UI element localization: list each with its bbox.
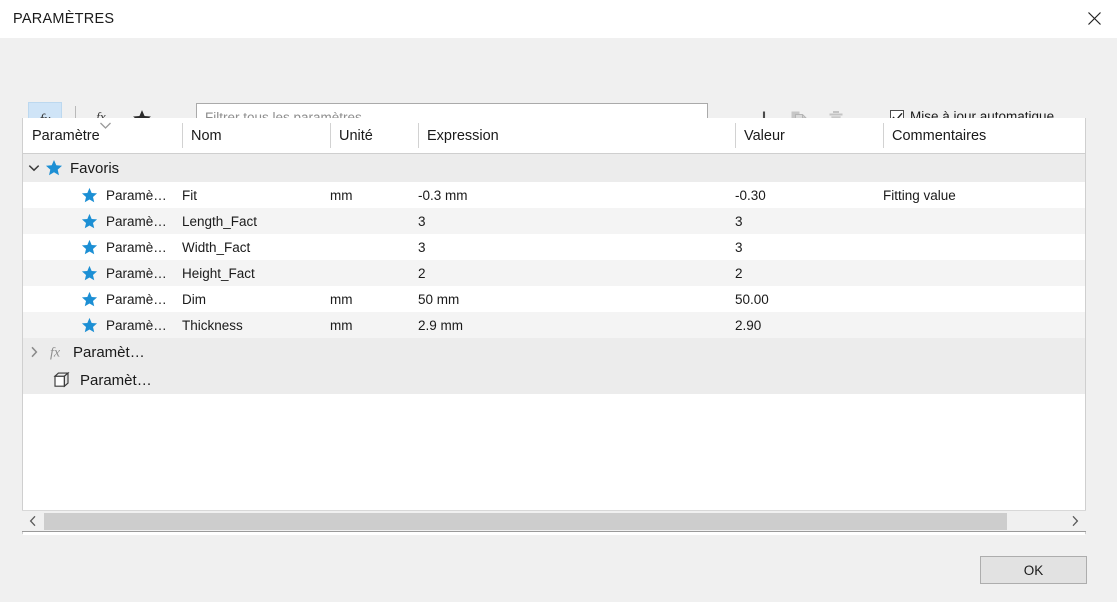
cell-parametre-label: Paramè… — [106, 317, 167, 333]
cell-nom: Height_Fact — [182, 265, 255, 281]
ok-button[interactable]: OK — [980, 556, 1087, 584]
column-header-valeur[interactable]: Valeur — [735, 118, 883, 153]
group-label: Paramèt… — [80, 371, 152, 389]
chevron-left-icon[interactable] — [22, 511, 44, 531]
parameters-table: Paramètre Nom Unité Expression Valeur Co… — [22, 118, 1086, 535]
star-icon[interactable] — [81, 291, 98, 308]
table-row[interactable]: Paramè… Width_Fact 3 3 — [23, 234, 1085, 260]
cell-expression[interactable]: 2.9 mm — [418, 312, 735, 338]
cell-nom: Thickness — [182, 317, 243, 333]
star-icon[interactable] — [81, 317, 98, 334]
cell-parametre: Paramè… — [23, 234, 182, 260]
column-header-expression[interactable]: Expression — [418, 118, 735, 153]
cell-commentaires[interactable] — [883, 234, 1083, 260]
cell-expression[interactable]: 3 — [418, 208, 735, 234]
column-header-parametre[interactable]: Paramètre — [23, 118, 182, 153]
cell-unite — [330, 260, 418, 286]
chevron-right-icon[interactable] — [23, 346, 45, 358]
table-group-row-expressions[interactable]: fx Paramèt… — [23, 338, 1085, 366]
scrollbar-thumb[interactable] — [44, 513, 1007, 530]
cell-expression[interactable]: 50 mm — [418, 286, 735, 312]
cell-expression[interactable]: -0.3 mm — [418, 182, 735, 208]
cell-unite — [330, 208, 418, 234]
cell-valeur: 3 — [735, 213, 743, 229]
star-icon[interactable] — [81, 187, 98, 204]
cell-nom: Dim — [182, 291, 206, 307]
cell-valeur: 2.90 — [735, 317, 762, 333]
cell-commentaires[interactable] — [883, 286, 1083, 312]
cell-commentaires[interactable]: Fitting value — [883, 182, 1083, 208]
cell-unite: mm — [330, 317, 353, 333]
chevron-down-icon[interactable] — [23, 164, 45, 172]
cell-commentaires[interactable] — [883, 312, 1083, 338]
chevron-right-icon[interactable] — [1064, 511, 1086, 531]
cell-parametre-label: Paramè… — [106, 213, 167, 229]
group-label: Favoris — [70, 159, 120, 177]
cell-valeur: 3 — [735, 239, 743, 255]
scrollbar-track[interactable] — [44, 511, 1064, 531]
table-group-row-model[interactable]: Paramèt… — [23, 366, 1085, 394]
chevron-down-icon — [99, 118, 112, 134]
table-group-row-favoris[interactable]: Favoris — [23, 154, 1085, 182]
cell-parametre-label: Paramè… — [106, 291, 167, 307]
cell-valeur: 50.00 — [735, 291, 769, 307]
column-header-commentaires[interactable]: Commentaires — [883, 118, 1087, 153]
cell-expression[interactable]: 3 — [418, 234, 735, 260]
table-row[interactable]: Paramè… Dim mm 50 mm 50.00 — [23, 286, 1085, 312]
title-bar: PARAMÈTRES — [0, 0, 1117, 39]
close-icon[interactable] — [1071, 0, 1117, 37]
table-row[interactable]: Paramè… Height_Fact 2 2 — [23, 260, 1085, 286]
cell-nom: Length_Fact — [182, 213, 258, 229]
cell-valeur: 2 — [735, 265, 743, 281]
cell-unite: mm — [330, 187, 353, 203]
parameters-dialog: PARAMÈTRES fx fx — [0, 0, 1117, 602]
cell-parametre-label: Paramè… — [106, 187, 167, 203]
star-icon[interactable] — [81, 213, 98, 230]
cell-commentaires[interactable] — [883, 260, 1083, 286]
cell-valeur: -0.30 — [735, 187, 766, 203]
group-label: Paramèt… — [73, 343, 145, 361]
cell-unite — [330, 234, 418, 260]
cell-parametre: Paramè… — [23, 182, 182, 208]
table-body: Favoris Paramè… Fit mm -0.3 mm -0.30 Fit… — [23, 154, 1085, 535]
cell-commentaires[interactable] — [883, 208, 1083, 234]
page-title: PARAMÈTRES — [13, 11, 115, 27]
star-icon — [45, 159, 63, 177]
cell-parametre: Paramè… — [23, 286, 182, 312]
cell-expression[interactable]: 2 — [418, 260, 735, 286]
svg-text:fx: fx — [50, 346, 61, 361]
cube-icon — [53, 371, 72, 389]
cell-parametre: Paramè… — [23, 312, 182, 338]
toolbar: fx fx — [0, 38, 1117, 136]
cell-nom: Fit — [182, 187, 197, 203]
star-icon[interactable] — [81, 265, 98, 282]
cell-parametre: Paramè… — [23, 208, 182, 234]
cell-unite: mm — [330, 291, 353, 307]
table-header-row: Paramètre Nom Unité Expression Valeur Co… — [23, 118, 1085, 154]
star-icon[interactable] — [81, 239, 98, 256]
column-header-unite[interactable]: Unité — [330, 118, 418, 153]
horizontal-scrollbar[interactable] — [22, 510, 1086, 532]
column-header-nom[interactable]: Nom — [182, 118, 330, 153]
table-row[interactable]: Paramè… Length_Fact 3 3 — [23, 208, 1085, 234]
cell-parametre: Paramè… — [23, 260, 182, 286]
table-row[interactable]: Paramè… Fit mm -0.3 mm -0.30 Fitting val… — [23, 182, 1085, 208]
cell-parametre-label: Paramè… — [106, 239, 167, 255]
table-row[interactable]: Paramè… Thickness mm 2.9 mm 2.90 — [23, 312, 1085, 338]
cell-nom: Width_Fact — [182, 239, 251, 255]
fx-icon: fx — [45, 343, 65, 361]
cell-parametre-label: Paramè… — [106, 265, 167, 281]
